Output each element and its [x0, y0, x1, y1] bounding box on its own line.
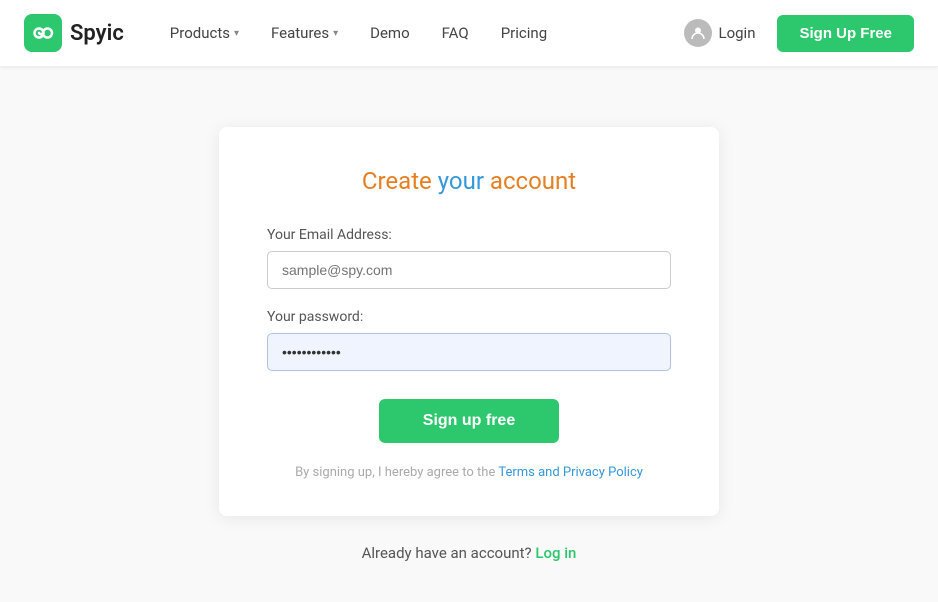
logo-link[interactable]: Spyic	[24, 14, 124, 52]
title-your: your	[438, 167, 484, 195]
log-in-link[interactable]: Log in	[535, 544, 576, 562]
password-group: Your password:	[267, 309, 671, 371]
email-input[interactable]	[267, 251, 671, 289]
login-label: Login	[718, 24, 755, 42]
terms-text: By signing up, I hereby agree to the Ter…	[267, 465, 671, 480]
nav-item-faq[interactable]: FAQ	[428, 16, 483, 50]
title-create: Create	[362, 167, 438, 195]
already-have-account-text: Already have an account? Log in	[362, 544, 577, 562]
brand-name: Spyic	[70, 21, 124, 46]
nav-item-pricing[interactable]: Pricing	[487, 16, 561, 50]
email-label: Your Email Address:	[267, 227, 671, 243]
user-avatar-icon	[684, 19, 712, 47]
signup-submit-button[interactable]: Sign up free	[379, 399, 559, 443]
email-group: Your Email Address:	[267, 227, 671, 289]
nav-right: Login Sign Up Free	[670, 11, 914, 55]
features-chevron-icon: ▾	[333, 28, 338, 39]
nav-item-features[interactable]: Features ▾	[257, 16, 352, 50]
signup-nav-button[interactable]: Sign Up Free	[777, 15, 914, 52]
terms-link[interactable]: Terms and Privacy Policy	[498, 465, 643, 480]
navbar: Spyic Products ▾ Features ▾ Demo FAQ Pri…	[0, 0, 938, 67]
person-icon	[690, 25, 706, 41]
spyic-logo-icon	[24, 14, 62, 52]
nav-links: Products ▾ Features ▾ Demo FAQ Pricing	[156, 16, 671, 50]
main-content: Create your account Your Email Address: …	[0, 67, 938, 602]
password-input[interactable]	[267, 333, 671, 371]
signup-form: Your Email Address: Your password: Sign …	[267, 227, 671, 443]
products-chevron-icon: ▾	[234, 28, 239, 39]
nav-item-products[interactable]: Products ▾	[156, 16, 253, 50]
signup-card: Create your account Your Email Address: …	[219, 127, 719, 516]
nav-item-demo[interactable]: Demo	[356, 16, 424, 50]
card-title: Create your account	[267, 167, 671, 195]
title-account: account	[484, 167, 576, 195]
login-button[interactable]: Login	[670, 11, 769, 55]
password-label: Your password:	[267, 309, 671, 325]
